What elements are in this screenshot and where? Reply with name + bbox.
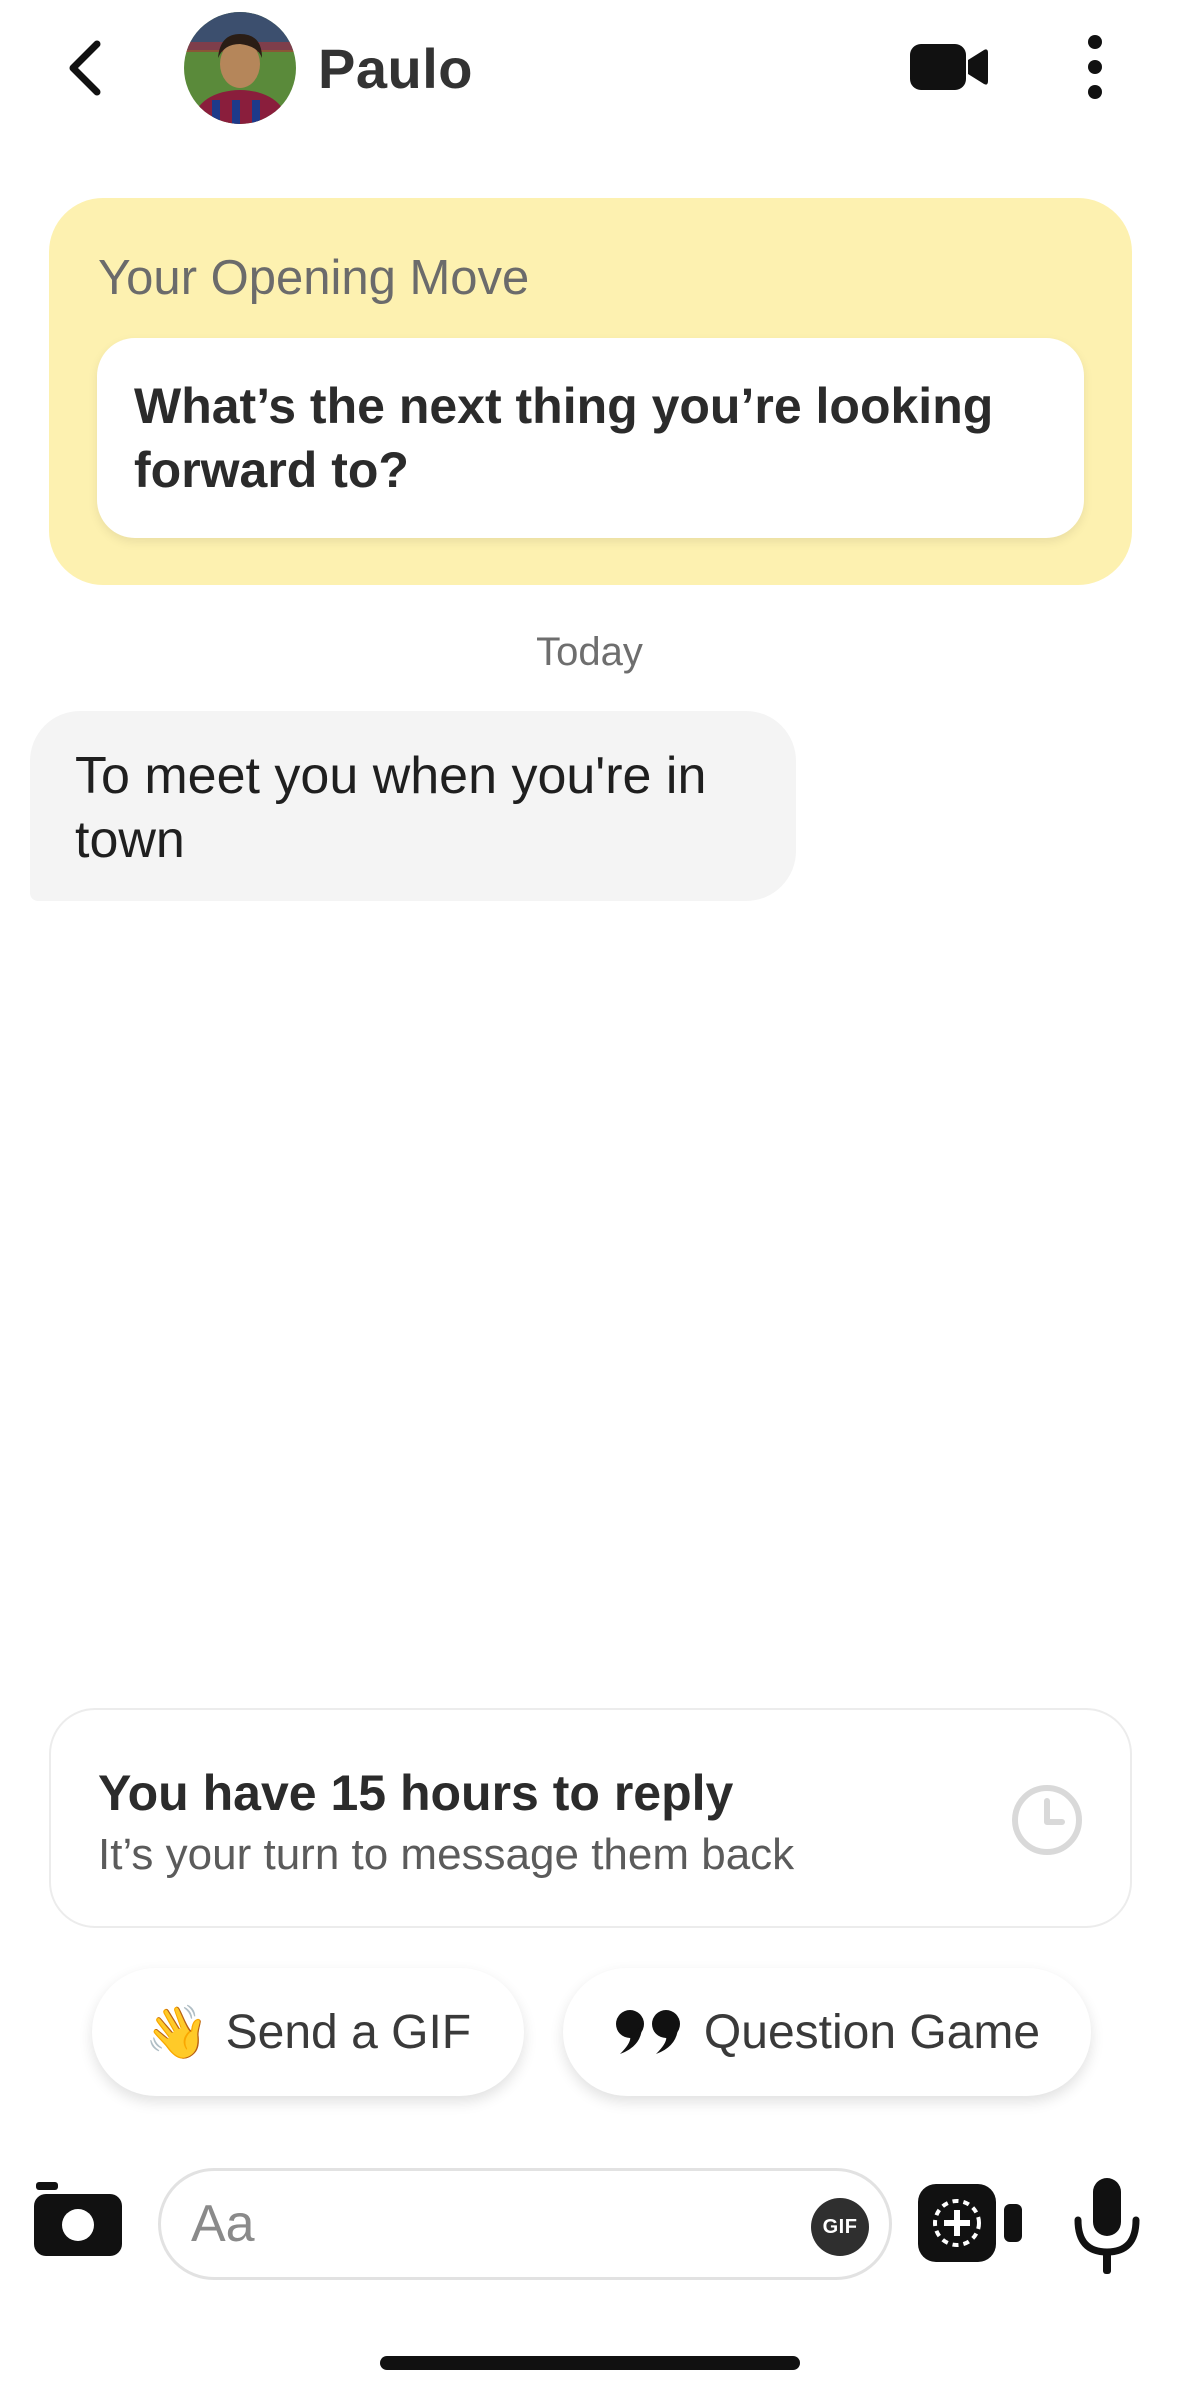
opening-move-question: What’s the next thing you’re looking for… — [134, 378, 994, 498]
video-camera-icon — [910, 44, 988, 90]
contact-name[interactable]: Paulo — [318, 36, 473, 101]
opening-move-label: Your Opening Move — [98, 251, 530, 305]
message-input[interactable] — [191, 2171, 751, 2277]
message-composer: GIF — [0, 2160, 1179, 2290]
reply-timer-subtitle: It’s your turn to message them back — [98, 1830, 795, 1879]
opening-move-card: Your Opening Move What’s the next thing … — [49, 198, 1132, 585]
incoming-message-bubble[interactable]: To meet you when you're in town — [30, 711, 796, 901]
gif-button[interactable]: GIF — [811, 2198, 869, 2256]
send-gif-label: Send a GIF — [225, 2005, 472, 2059]
chevron-left-icon — [69, 40, 101, 95]
avatar[interactable] — [184, 12, 296, 124]
more-vertical-icon — [1088, 35, 1102, 99]
message-text: To meet you when you're in town — [75, 747, 707, 869]
camera-icon — [34, 2182, 122, 2256]
more-options-button[interactable] — [1080, 34, 1110, 100]
quote-icon — [614, 2008, 688, 2056]
video-note-icon — [918, 2184, 1022, 2262]
waving-hand-icon: 👋 — [144, 2003, 210, 2062]
reply-timer-notice: You have 15 hours to reply It’s your tur… — [49, 1708, 1132, 1928]
message-input-container[interactable]: GIF — [158, 2168, 892, 2280]
microphone-button[interactable] — [1072, 2176, 1142, 2276]
opening-move-question-card: What’s the next thing you’re looking for… — [97, 338, 1084, 538]
chat-header: Paulo — [0, 0, 1179, 150]
camera-button[interactable] — [32, 2180, 124, 2260]
back-button[interactable] — [55, 30, 115, 105]
day-separator: Today — [536, 630, 643, 674]
question-game-label: Question Game — [703, 2005, 1041, 2059]
send-gif-chip[interactable]: 👋 Send a GIF — [92, 1968, 524, 2096]
reply-timer-title: You have 15 hours to reply — [98, 1765, 734, 1821]
microphone-icon — [1074, 2178, 1140, 2274]
clock-icon — [1012, 1785, 1082, 1855]
question-game-chip[interactable]: Question Game — [563, 1968, 1091, 2096]
home-indicator[interactable] — [380, 2356, 800, 2370]
video-note-button[interactable] — [916, 2182, 1026, 2264]
video-call-button[interactable] — [908, 38, 990, 96]
